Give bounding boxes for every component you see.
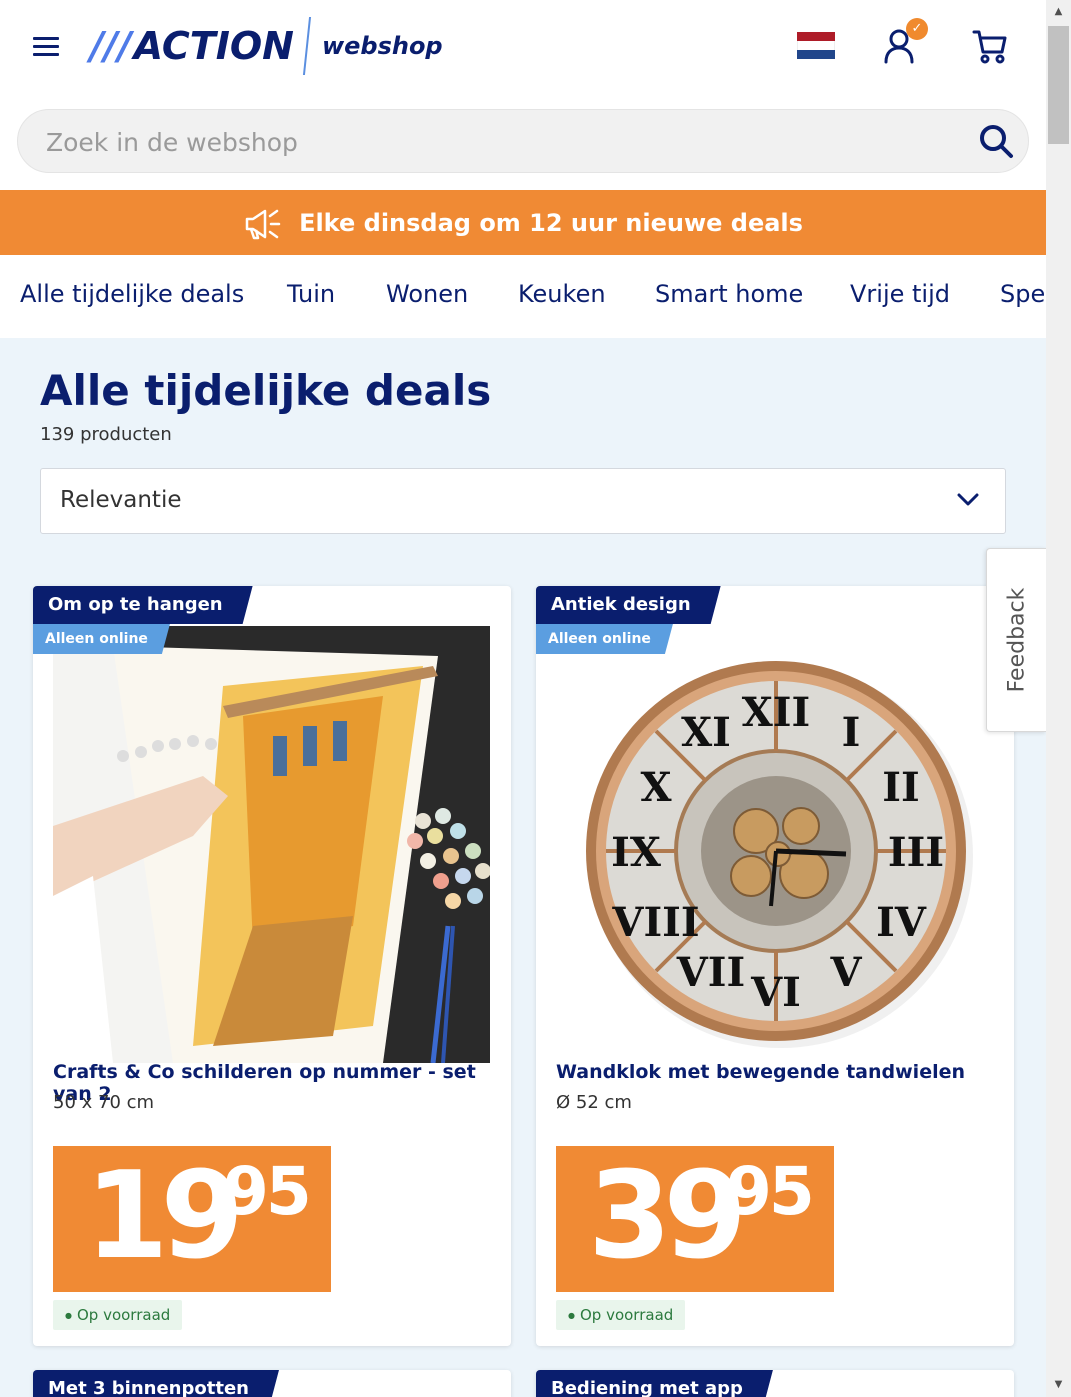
online-only-badge: Alleen online [33,624,170,654]
promo-banner[interactable]: Elke dinsdag om 12 uur nieuwe deals [0,190,1046,255]
product-image-paint-by-number[interactable] [53,626,490,1063]
price-euros: 39 [588,1147,747,1286]
product-tag: Antiek design [536,586,721,624]
category-speelgoed[interactable]: Spe [1000,280,1045,308]
feedback-tab[interactable]: Feedback [986,548,1046,732]
category-vrije-tijd[interactable]: Vrije tijd [850,280,950,308]
product-card[interactable]: Antiek design Alleen online XII VI IX II… [536,586,1014,1346]
svg-text:VIII: VIII [611,899,699,946]
category-alle-tijdelijke-deals[interactable]: Alle tijdelijke deals [20,280,244,308]
feedback-label: Feedback [1004,587,1029,693]
price-tag: 19 95 [53,1146,331,1292]
category-keuken[interactable]: Keuken [518,280,606,308]
price-tag: 39 95 [556,1146,834,1292]
search-icon[interactable] [978,123,1016,161]
scrollbar-thumb[interactable] [1048,26,1069,144]
action-webshop-logo[interactable]: /// ACTION webshop [90,16,443,76]
hamburger-menu-button[interactable] [28,30,64,62]
logo-divider [302,17,311,75]
logo-action-text: ACTION [133,24,294,68]
product-size: Ø 52 cm [556,1092,632,1113]
stock-status: Op voorraad [556,1300,686,1330]
megaphone-icon [245,209,281,239]
sort-select[interactable]: Relevantie [40,468,1006,534]
logged-in-check-icon: ✓ [906,18,928,40]
chevron-down-icon [957,493,979,506]
shopping-cart-icon [972,30,1007,64]
product-image-wall-clock[interactable]: XII VI IX III XI I X II VIII IV VII V [556,626,993,1063]
svg-text:III: III [888,829,944,876]
category-tuin[interactable]: Tuin [287,280,335,308]
promo-text: Elke dinsdag om 12 uur nieuwe deals [299,208,803,237]
svg-text:I: I [842,709,861,756]
menu-icon-bar [33,53,59,56]
category-wonen[interactable]: Wonen [386,280,468,308]
product-card[interactable]: Bediening met app [536,1370,1014,1397]
svg-text:IX: IX [611,829,661,876]
sort-selected-value: Relevantie [60,487,182,513]
menu-icon-bar [33,45,59,48]
logo-slashes: /// [90,24,132,68]
scroll-up-arrow-icon[interactable]: ▲ [1046,0,1071,24]
site-header: /// ACTION webshop ✓ [0,0,1046,95]
svg-text:X: X [640,764,671,811]
menu-icon-bar [33,37,59,40]
stock-status: Op voorraad [53,1300,183,1330]
svg-text:V: V [829,949,862,996]
price-euros: 19 [85,1147,244,1286]
main-content: Alle tijdelijke deals 139 producten Rele… [0,338,1046,1397]
cart-button[interactable] [970,26,1010,66]
category-nav: Alle tijdelijke deals Tuin Wonen Keuken … [0,256,1046,338]
product-size: 50 x 70 cm [53,1092,155,1113]
svg-text:VII: VII [676,949,745,996]
account-button[interactable]: ✓ [878,18,928,68]
online-only-badge: Alleen online [536,624,673,654]
product-card[interactable]: Om op te hangen Alleen online Crafts & C… [33,586,511,1346]
svg-text:VI: VI [750,969,801,1016]
product-name[interactable]: Wandklok met bewegende tandwielen [556,1061,965,1083]
price-cents: 95 [726,1153,815,1230]
svg-text:IV: IV [876,899,927,946]
netherlands-flag-icon[interactable] [797,32,835,59]
logo-webshop-text: webshop [321,32,443,60]
price-cents: 95 [223,1153,312,1230]
page-scrollbar[interactable]: ▲ ▼ [1046,0,1071,1397]
search-input[interactable] [46,122,946,162]
product-count: 139 producten [40,424,172,445]
search-bar [17,109,1029,173]
scroll-down-arrow-icon[interactable]: ▼ [1046,1373,1071,1397]
product-tag: Met 3 binnenpotten [33,1370,279,1397]
product-card[interactable]: Met 3 binnenpotten [33,1370,511,1397]
svg-text:XII: XII [742,689,810,736]
product-tag: Om op te hangen [33,586,253,624]
category-smart-home[interactable]: Smart home [655,280,803,308]
svg-text:XI: XI [681,709,731,756]
product-tag: Bediening met app [536,1370,773,1397]
svg-text:II: II [882,764,919,811]
page-title: Alle tijdelijke deals [40,366,492,415]
